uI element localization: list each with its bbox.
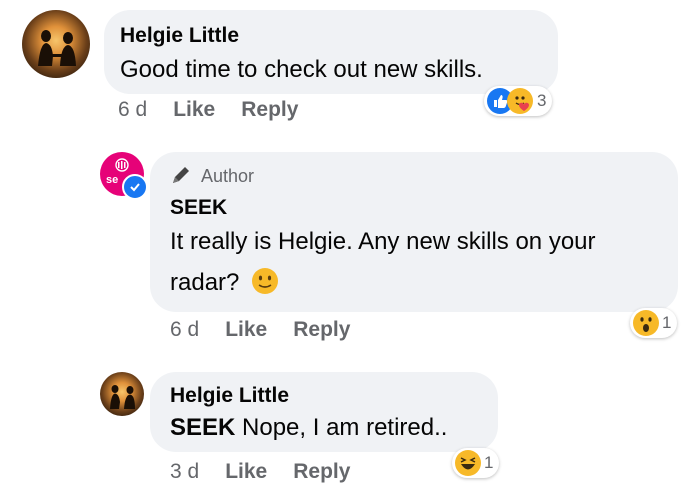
comment-timestamp[interactable]: 6 d (118, 98, 147, 122)
comment-text-line-1: It really is Helgie. Any new skills on y… (170, 228, 596, 255)
avatar-helgie-little[interactable] (22, 10, 90, 78)
comment-author[interactable]: SEEK (170, 196, 227, 220)
reaction-count: 1 (484, 453, 494, 472)
care-icon (507, 88, 533, 114)
reply-bubble: Author SEEK It really is Helgie. Any new… (150, 152, 678, 312)
reply-button[interactable]: Reply (241, 98, 298, 122)
comment-author[interactable]: Helgie Little (170, 384, 289, 408)
comment-author[interactable]: Helgie Little (120, 24, 239, 48)
reply-button[interactable]: Reply (293, 318, 350, 342)
seek-logo-text: se (106, 174, 119, 186)
reaction-count: 3 (537, 91, 547, 110)
comment-text-line-2: radar? (170, 266, 280, 303)
comment-text: SEEK Nope, I am retired.. (170, 414, 448, 441)
reaction-count: 1 (662, 313, 672, 332)
wow-icon (633, 310, 659, 336)
couple-silhouette-icon (38, 30, 76, 66)
verified-badge-icon (122, 174, 148, 200)
like-button[interactable]: Like (225, 318, 267, 342)
reaction-summary[interactable]: 3 (484, 86, 553, 116)
slightly-smiling-face-icon (250, 266, 280, 303)
reaction-summary[interactable]: 1 (630, 308, 678, 338)
author-badge: Author (170, 166, 254, 187)
comment-actions: 6 d Like Reply (118, 98, 324, 122)
like-button[interactable]: Like (173, 98, 215, 122)
author-badge-label: Author (201, 166, 255, 186)
reply-actions: 3 d Like Reply (170, 460, 376, 484)
comment-bubble: Helgie Little Good time to check out new… (104, 10, 558, 94)
reply-button[interactable]: Reply (293, 460, 350, 484)
haha-icon (455, 450, 481, 476)
mention-tag[interactable]: SEEK (170, 414, 235, 441)
avatar-helgie-little[interactable] (100, 372, 144, 416)
comment-timestamp[interactable]: 6 d (170, 318, 199, 342)
reply-actions: 6 d Like Reply (170, 318, 376, 342)
like-button[interactable]: Like (225, 460, 267, 484)
reply-bubble: Helgie Little SEEK Nope, I am retired.. (150, 372, 498, 452)
reaction-summary[interactable]: 1 (452, 448, 500, 478)
comment-text: Good time to check out new skills. (120, 56, 483, 83)
pencil-icon (173, 167, 189, 183)
couple-silhouette-icon (110, 385, 135, 409)
comment-timestamp[interactable]: 3 d (170, 460, 199, 484)
